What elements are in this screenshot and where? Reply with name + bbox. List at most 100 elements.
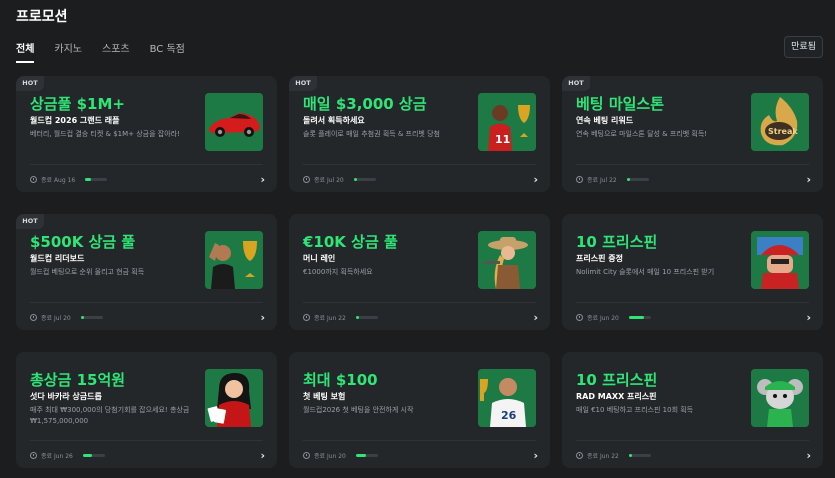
end-date: 종료 Jun 20 — [587, 314, 619, 322]
card-footer: 종료 Jul 22 › — [576, 173, 811, 186]
promo-subtitle: 월드컵 2026 그랜드 래플 — [30, 116, 120, 125]
promo-description: €1000까지 획득하세요 — [303, 268, 373, 276]
promo-description: 월드컵2026 첫 베팅을 안전하게 시작 — [303, 406, 414, 414]
promo-subtitle: 머니 레인 — [303, 254, 336, 263]
end-date: 종료 Jul 20 — [41, 314, 71, 322]
hot-badge: HOT — [562, 76, 590, 91]
soccer-player-trophy-icon: 11 — [478, 93, 536, 151]
progress-fill — [626, 177, 631, 181]
promo-description: 연속 베팅으로 마일스톤 달성 & 프리벳 획득! — [576, 130, 708, 138]
tab-sports[interactable]: 스포츠 — [102, 40, 130, 63]
end-date: 종료 Aug 16 — [41, 176, 76, 184]
clock-icon — [30, 175, 37, 183]
promo-description: 슬롯 플레이로 매일 추첨권 획득 & 프리벳 당첨 — [303, 130, 440, 138]
chevron-right-icon[interactable]: › — [533, 173, 538, 186]
progress-bar — [353, 177, 376, 181]
card-divider — [30, 440, 263, 441]
clock-icon — [576, 451, 583, 459]
progress-fill — [80, 315, 85, 319]
progress-fill — [85, 177, 91, 181]
page-title: 프로모션 — [16, 9, 68, 25]
promo-subtitle: 연속 베팅 리워드 — [576, 116, 634, 125]
clock-icon — [576, 313, 583, 321]
card-footer: 종료 Jun 20 › — [576, 311, 811, 324]
promo-headline: 매일 $3,000 상금 — [303, 95, 427, 113]
tab-bc-exclusive[interactable]: BC 독점 — [150, 40, 185, 63]
progress-fill — [628, 453, 633, 457]
tab-all[interactable]: 전체 — [16, 40, 35, 63]
promo-description: 베터리, 월드컵 결승 티켓 & $1M+ 상금을 잡아라! — [30, 130, 180, 138]
card-divider — [303, 302, 536, 303]
chevron-right-icon[interactable]: › — [806, 449, 811, 462]
promo-description: Nolimit City 슬롯에서 매일 10 프리스핀 받기 — [576, 268, 715, 276]
chevron-right-icon[interactable]: › — [533, 449, 538, 462]
end-date: 종료 Jun 22 — [314, 314, 346, 322]
hot-badge: HOT — [16, 76, 44, 91]
promo-headline: $500K 상금 풀 — [30, 233, 136, 251]
progress-fill — [355, 315, 360, 319]
mouse-mascot-icon — [751, 369, 809, 427]
clock-icon — [303, 313, 310, 321]
promo-card[interactable]: €10K 상금 풀 머니 레인 €1000까지 획득하세요 종료 Jun 22 … — [289, 214, 550, 330]
category-tabs: 전체 카지노 스포츠 BC 독점 — [16, 40, 205, 63]
promo-card[interactable]: 총상금 15억원 섯다 바카라 상금드롭 매주 최대 ₩300,000의 당첨기… — [16, 352, 277, 468]
progress-bar — [628, 453, 651, 457]
promo-headline: 10 프리스핀 — [576, 371, 658, 389]
promo-card[interactable]: 10 프리스핀 RAD MAXX 프리스핀 매일 €10 베팅하고 프리스핀 1… — [562, 352, 823, 468]
card-footer: 종료 Jun 22 › — [303, 311, 538, 324]
clock-icon — [303, 175, 310, 183]
clock-icon — [30, 451, 37, 459]
card-divider — [303, 440, 536, 441]
promo-subtitle: RAD MAXX 프리스핀 — [576, 392, 657, 401]
card-divider — [576, 440, 809, 441]
progress-bar — [626, 177, 649, 181]
progress-fill — [355, 453, 366, 457]
promo-headline: 10 프리스핀 — [576, 233, 658, 251]
chevron-right-icon[interactable]: › — [533, 311, 538, 324]
promo-description: 매주 최대 ₩300,000의 당첨기회를 잡으세요! 총상금 ₩1,575,0… — [30, 406, 190, 425]
chevron-right-icon[interactable]: › — [260, 449, 265, 462]
ended-promotions-button[interactable]: 만료됨 — [784, 36, 823, 58]
card-footer: 종료 Jul 20 › — [303, 173, 538, 186]
progress-fill — [82, 453, 92, 457]
tab-casino[interactable]: 카지노 — [54, 40, 82, 63]
progress-bar — [80, 315, 103, 319]
progress-bar — [355, 315, 378, 319]
card-divider — [576, 302, 809, 303]
soccer-player-26-icon: 26 — [478, 369, 536, 427]
red-cap-character-icon — [751, 231, 809, 289]
hot-badge: HOT — [16, 214, 44, 229]
promo-description: 월드컵 베팅으로 순위 올리고 현금 획득 — [30, 268, 145, 276]
promo-card[interactable]: 최대 $100 첫 베팅 보험 월드컵2026 첫 베팅을 안전하게 시작 26… — [289, 352, 550, 468]
promo-card[interactable]: HOT 베팅 마일스톤 연속 베팅 리워드 연속 베팅으로 마일스톤 달성 & … — [562, 76, 823, 192]
chevron-right-icon[interactable]: › — [806, 173, 811, 186]
clock-icon — [30, 313, 37, 321]
promo-subtitle: 돌려서 획득하세요 — [303, 116, 365, 125]
clock-icon — [303, 451, 310, 459]
card-footer: 종료 Jul 20 › — [30, 311, 265, 324]
svg-text:26: 26 — [501, 409, 517, 422]
promo-card[interactable]: HOT $500K 상금 풀 월드컵 리더보드 월드컵 베팅으로 순위 올리고 … — [16, 214, 277, 330]
promo-card[interactable]: HOT 매일 $3,000 상금 돌려서 획득하세요 슬롯 플레이로 매일 추첨… — [289, 76, 550, 192]
promotion-grid: HOT 상금풀 $1M+ 월드컵 2026 그랜드 래플 베터리, 월드컵 결승… — [16, 76, 823, 468]
chevron-right-icon[interactable]: › — [260, 173, 265, 186]
promo-description: 매일 €10 베팅하고 프리스핀 10회 획득 — [576, 406, 694, 414]
clock-icon — [576, 175, 583, 183]
end-date: 종료 Jun 20 — [314, 452, 346, 460]
promo-card[interactable]: HOT 상금풀 $1M+ 월드컵 2026 그랜드 래플 베터리, 월드컵 결승… — [16, 76, 277, 192]
promo-subtitle: 프리스핀 증정 — [576, 254, 623, 263]
cowgirl-gunslinger-icon — [478, 231, 536, 289]
card-footer: 종료 Jun 22 › — [576, 449, 811, 462]
svg-text:11: 11 — [495, 133, 510, 146]
card-divider — [30, 164, 263, 165]
promo-headline: €10K 상금 풀 — [303, 233, 398, 251]
end-date: 종료 Jun 22 — [587, 452, 619, 460]
chevron-right-icon[interactable]: › — [806, 311, 811, 324]
promo-subtitle: 첫 베팅 보험 — [303, 392, 346, 401]
promo-headline: 상금풀 $1M+ — [30, 95, 125, 113]
cheering-fan-trophy-icon — [205, 231, 263, 289]
chevron-right-icon[interactable]: › — [260, 311, 265, 324]
end-date: 종료 Jul 22 — [587, 176, 617, 184]
promo-card[interactable]: 10 프리스핀 프리스핀 증정 Nolimit City 슬롯에서 매일 10 … — [562, 214, 823, 330]
progress-bar — [355, 453, 378, 457]
